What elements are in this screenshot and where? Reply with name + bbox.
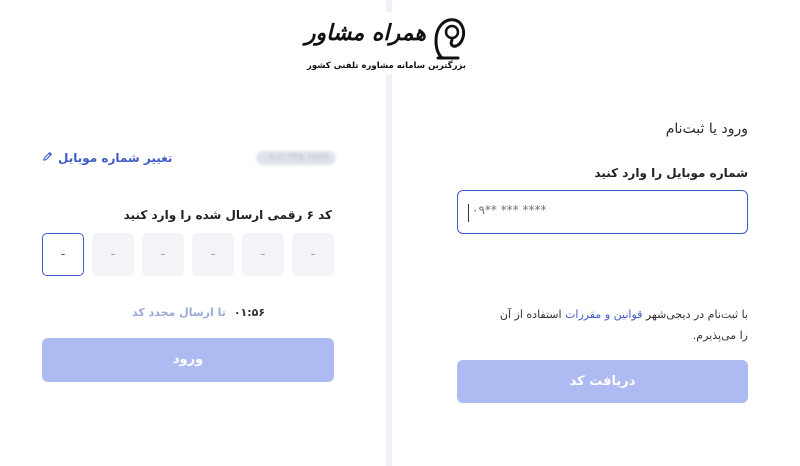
resend-code-link[interactable]: تا ارسال مجدد کد <box>132 306 226 319</box>
otp-digit-input-5[interactable]: - <box>242 233 284 276</box>
page-title: ورود یا ثبت‌نام <box>665 121 748 137</box>
phone-input-placeholder: ۰۹** *** **** <box>472 203 547 217</box>
pencil-icon <box>42 151 53 165</box>
headset-icon <box>434 18 466 60</box>
brand-logo: همراه مشاور بزرگترین سامانه مشاوره تلفنی… <box>296 12 472 74</box>
get-code-button[interactable]: دریافت کد <box>457 360 748 403</box>
change-phone-link[interactable]: تغییر شماره موبایل <box>42 151 172 165</box>
otp-code-label: کد ۶ رقمی ارسال شده را وارد کنید <box>123 208 332 222</box>
otp-digit-input-3[interactable]: - <box>142 233 184 276</box>
logo-subtitle: بزرگترین سامانه مشاوره تلفنی کشور <box>306 61 466 71</box>
login-button[interactable]: ورود <box>42 338 334 382</box>
otp-input-group: - - - - - - <box>42 233 334 276</box>
change-phone-label: تغییر شماره موبایل <box>58 151 173 165</box>
countdown-timer: ۰۱:۵۶ <box>233 306 266 319</box>
text-caret <box>468 204 469 222</box>
phone-input[interactable]: ۰۹** *** **** <box>457 190 748 234</box>
terms-prefix: با ثبت‌نام در دیجی‌شهر <box>642 308 748 321</box>
terms-link[interactable]: قوانین و مقررات <box>565 308 642 321</box>
masked-phone-number: ۰۹۱۲ ۳۴۵ ۶۷۸۹ <box>256 151 336 165</box>
otp-digit-input-1[interactable]: - <box>42 233 84 276</box>
logo-title: همراه مشاور <box>304 20 426 46</box>
phone-field-label: شماره موبایل را وارد کنید <box>594 166 748 180</box>
otp-digit-input-2[interactable]: - <box>92 233 134 276</box>
otp-digit-input-4[interactable]: - <box>192 233 234 276</box>
resend-timer-row: ۰۱:۵۶ تا ارسال مجدد کد <box>132 306 265 319</box>
terms-text: با ثبت‌نام در دیجی‌شهر قوانین و مقررات ا… <box>495 304 748 346</box>
otp-digit-input-6[interactable]: - <box>292 233 334 276</box>
